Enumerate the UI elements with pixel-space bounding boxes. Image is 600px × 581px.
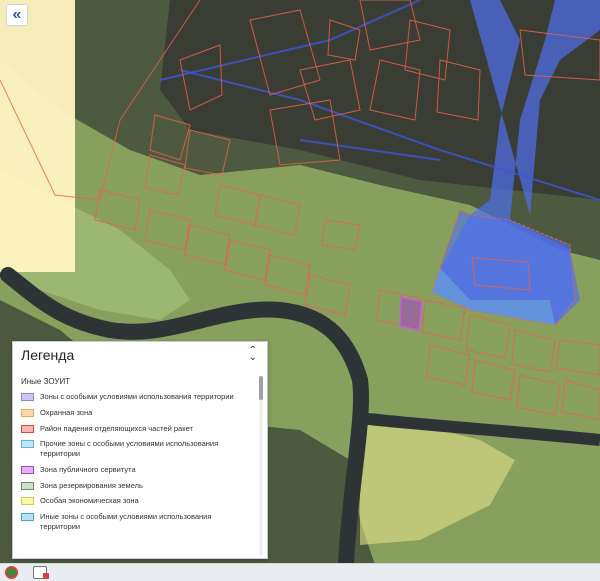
legend-item-label: Прочие зоны с особыми условиями использо… [40, 439, 219, 458]
yellow-zone-left [0, 0, 75, 272]
collapse-panel-button[interactable]: « [6, 4, 28, 26]
legend-swatch [21, 481, 34, 490]
legend-swatch [21, 465, 34, 474]
print-icon[interactable] [33, 566, 49, 579]
legend-swatch [21, 513, 34, 521]
legend-item: Зона резервирования земель [21, 481, 257, 491]
legend-group-label: Иные ЗОУИТ [21, 377, 71, 386]
legend-scroll-thumb[interactable] [259, 376, 263, 400]
legend-item-label: Особая экономическая зона [40, 496, 139, 506]
legend-panel: Легенда ⌃ ⌄ Иные ЗОУИТ Зоны с особыми усл… [12, 341, 268, 559]
legend-item: Зоны с особыми условиями использования т… [21, 392, 257, 402]
legend-item-label: Иные зоны с особыми условиями использова… [40, 512, 212, 531]
legend-item: Особая экономическая зона [21, 496, 257, 506]
legend-title: Легенда [21, 347, 75, 363]
app-logo-icon[interactable] [5, 566, 18, 579]
legend-item: Охранная зона [21, 408, 257, 418]
legend-item: Зона публичного сервитута [21, 465, 257, 475]
bottom-toolbar [0, 563, 600, 581]
legend-item: Иные зоны с особыми условиями использова… [21, 512, 257, 532]
legend-list: Иные ЗОУИТ Зоны с особыми условиями испо… [13, 372, 257, 558]
legend-item-label: Зона публичного сервитута [40, 464, 136, 474]
legend-item: Прочие зоны с особыми условиями использо… [21, 439, 257, 459]
chevron-up-down-icon[interactable]: ⌃ ⌄ [249, 346, 257, 363]
legend-item: Район падения отделяющихся частей ракет [21, 424, 257, 434]
legend-scrollbar[interactable] [259, 376, 263, 556]
legend-swatch [21, 408, 34, 417]
legend-item-label: Охранная зона [40, 407, 93, 417]
servitude-parcel[interactable] [399, 296, 423, 331]
legend-swatch [21, 497, 34, 506]
legend-swatch [21, 393, 34, 401]
legend-item-label: Район падения отделяющихся частей ракет [40, 423, 193, 433]
legend-item-label: Зоны с особыми условиями использования т… [40, 392, 234, 401]
legend-swatch [21, 424, 34, 433]
legend-swatch [21, 440, 34, 449]
legend-item-label: Зона резервирования земель [40, 480, 143, 490]
